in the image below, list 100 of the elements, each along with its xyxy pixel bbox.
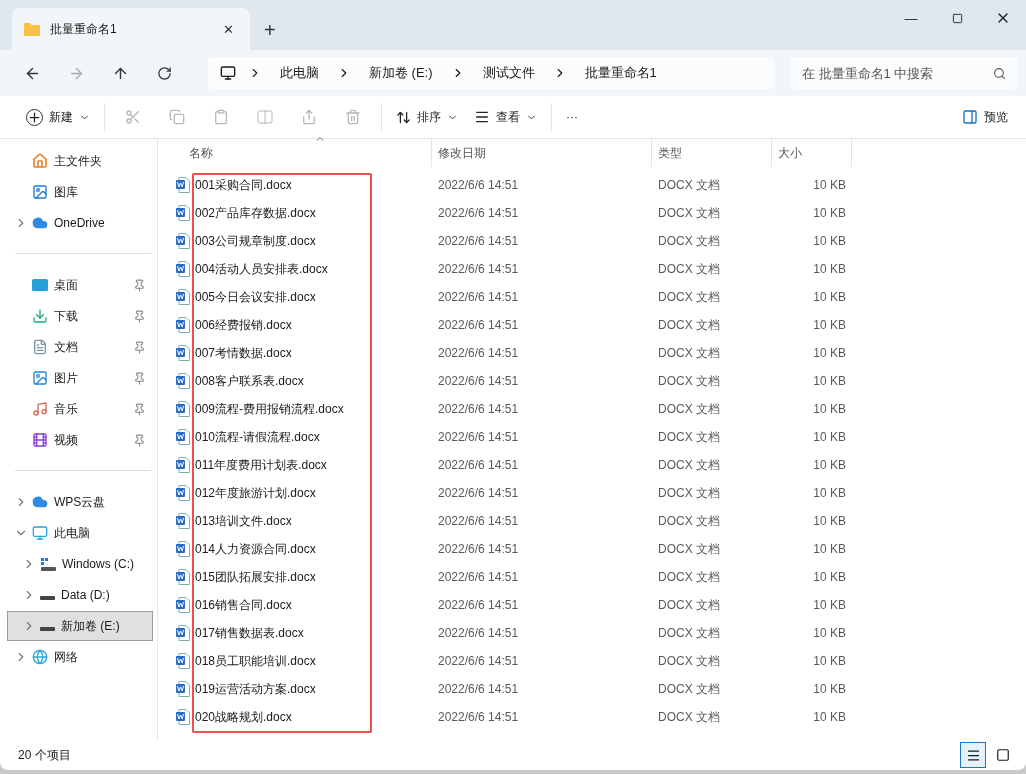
sidebar-item[interactable]: 桌面 xyxy=(7,270,153,300)
file-name[interactable]: 004活动人员安排表.docx xyxy=(195,260,328,278)
column-header[interactable]: 大小 xyxy=(772,139,852,167)
word-file-icon xyxy=(176,597,190,613)
date-cell-text: 2022/6/6 14:51 xyxy=(437,262,520,276)
pin-icon[interactable] xyxy=(133,309,146,323)
file-name[interactable]: 016销售合同.docx xyxy=(195,596,292,614)
file-name[interactable]: 017销售数据表.docx xyxy=(195,624,304,642)
sidebar-item[interactable]: 图片 xyxy=(7,363,153,393)
breadcrumb-item[interactable]: 测试文件 xyxy=(476,64,541,82)
sidebar-item[interactable]: 文档 xyxy=(7,332,153,362)
pin-icon[interactable] xyxy=(133,402,146,416)
sort-button[interactable]: 排序 xyxy=(388,101,466,133)
word-file-icon xyxy=(176,345,190,361)
search-field[interactable]: 在 批量重命名1 中搜索 xyxy=(790,57,1018,89)
type-cell-text: DOCX 文档 xyxy=(657,428,721,446)
sidebar-item[interactable]: Windows (C:) xyxy=(7,549,153,579)
square-icon xyxy=(996,748,1010,762)
file-name[interactable]: 009流程-费用报销流程.docx xyxy=(195,400,344,418)
minimize-button[interactable]: — xyxy=(888,0,934,36)
file-name[interactable]: 003公司规章制度.docx xyxy=(195,232,316,250)
file-name[interactable]: 015团队拓展安排.docx xyxy=(195,568,316,586)
file-name[interactable]: 020战略规划.docx xyxy=(195,708,292,726)
sidebar-item[interactable]: 音乐 xyxy=(7,394,153,424)
more-button[interactable]: ··· xyxy=(558,101,586,133)
size-cell-text: 10 KB xyxy=(812,290,847,304)
sidebar-item[interactable]: 新加卷 (E:) xyxy=(7,611,153,641)
sidebar-item[interactable]: 网络 xyxy=(7,642,153,672)
new-tab-button[interactable]: + xyxy=(264,19,276,42)
size-cell-text: 10 KB xyxy=(812,430,847,444)
view-button[interactable]: 查看 xyxy=(466,101,545,133)
sidebar-item[interactable]: 图库 xyxy=(7,177,153,207)
file-name[interactable]: 013培训文件.docx xyxy=(195,512,292,530)
type-cell-text: DOCX 文档 xyxy=(657,232,721,250)
video-icon xyxy=(32,432,48,448)
details-view-button[interactable] xyxy=(960,742,986,768)
size-cell-text: 10 KB xyxy=(812,486,847,500)
pin-icon[interactable] xyxy=(133,371,146,385)
breadcrumb-item[interactable]: 批量重命名1 xyxy=(578,64,663,82)
close-tab-button[interactable]: ✕ xyxy=(219,19,238,39)
sidebar-item[interactable]: 此电脑 xyxy=(7,518,153,548)
pin-icon[interactable] xyxy=(133,340,146,354)
pin-icon[interactable] xyxy=(133,433,146,447)
copy-icon xyxy=(169,109,185,125)
address-bar[interactable]: 此电脑 新加卷 (E:) 测试文件 批量重命名1 xyxy=(208,57,774,89)
size-cell-text: 10 KB xyxy=(812,598,847,612)
file-name[interactable]: 011年度费用计划表.docx xyxy=(195,456,327,474)
date-cell-text: 2022/6/6 14:51 xyxy=(437,486,520,500)
type-cell-text: DOCX 文档 xyxy=(657,372,721,390)
file-name[interactable]: 008客户联系表.docx xyxy=(195,372,304,390)
date-cell-text: 2022/6/6 14:51 xyxy=(437,514,520,528)
file-name[interactable]: 005今日会议安排.docx xyxy=(195,288,316,306)
preview-button[interactable]: 预览 xyxy=(954,101,1016,133)
word-file-icon xyxy=(176,205,190,221)
file-name[interactable]: 002产品库存数据.docx xyxy=(195,204,316,222)
size-cell-text: 10 KB xyxy=(812,570,847,584)
file-name[interactable]: 007考情数据.docx xyxy=(195,344,292,362)
type-cell-text: DOCX 文档 xyxy=(657,540,721,558)
file-name[interactable]: 001采购合同.docx xyxy=(195,176,292,194)
sidebar-item[interactable]: Data (D:) xyxy=(7,580,153,610)
word-file-icon xyxy=(176,317,190,333)
refresh-icon xyxy=(156,65,172,81)
new-button[interactable]: 新建 xyxy=(18,101,98,133)
date-cell-text: 2022/6/6 14:51 xyxy=(437,430,520,444)
size-cell-text: 10 KB xyxy=(812,346,847,360)
type-cell-text: DOCX 文档 xyxy=(657,568,721,586)
column-header[interactable]: 名称 xyxy=(172,139,432,167)
breadcrumb-item[interactable]: 新加卷 (E:) xyxy=(363,64,439,82)
item-count: 20 个项目 xyxy=(18,746,71,764)
sidebar-item[interactable]: 下载 xyxy=(7,301,153,331)
music-icon xyxy=(32,401,48,417)
tab[interactable]: 批量重命名1 ✕ xyxy=(12,8,250,50)
file-name[interactable]: 014人力资源合同.docx xyxy=(195,540,316,558)
date-cell-text: 2022/6/6 14:51 xyxy=(437,626,520,640)
breadcrumb-item[interactable]: 此电脑 xyxy=(274,64,325,82)
file-name[interactable]: 012年度旅游计划.docx xyxy=(195,484,316,502)
sidebar-item[interactable]: 主文件夹 xyxy=(7,146,153,176)
column-header[interactable]: 修改日期 xyxy=(432,139,652,167)
type-cell-text: DOCX 文档 xyxy=(657,288,721,306)
word-file-icon xyxy=(176,653,190,669)
sidebar-item[interactable]: WPS云盘 xyxy=(7,487,153,517)
size-cell-text: 10 KB xyxy=(812,234,847,248)
size-cell-text: 10 KB xyxy=(812,402,847,416)
file-name[interactable]: 006经费报销.docx xyxy=(195,316,292,334)
pin-icon[interactable] xyxy=(133,278,146,292)
sidebar-item[interactable]: 视频 xyxy=(7,425,153,455)
drive-icon xyxy=(40,627,55,631)
column-header[interactable]: 类型 xyxy=(652,139,772,167)
trash-icon xyxy=(345,109,361,125)
type-cell-text: DOCX 文档 xyxy=(657,400,721,418)
home-icon xyxy=(32,153,48,169)
word-file-icon xyxy=(176,373,190,389)
sidebar-item[interactable]: OneDrive xyxy=(7,208,153,238)
size-cell-text: 10 KB xyxy=(812,178,847,192)
word-file-icon xyxy=(176,541,190,557)
date-cell-text: 2022/6/6 14:51 xyxy=(437,206,520,220)
file-name[interactable]: 018员工职能培训.docx xyxy=(195,652,316,670)
file-name[interactable]: 019运营活动方案.docx xyxy=(195,680,316,698)
size-cell-text: 10 KB xyxy=(812,654,847,668)
file-name[interactable]: 010流程-请假流程.docx xyxy=(195,428,320,446)
